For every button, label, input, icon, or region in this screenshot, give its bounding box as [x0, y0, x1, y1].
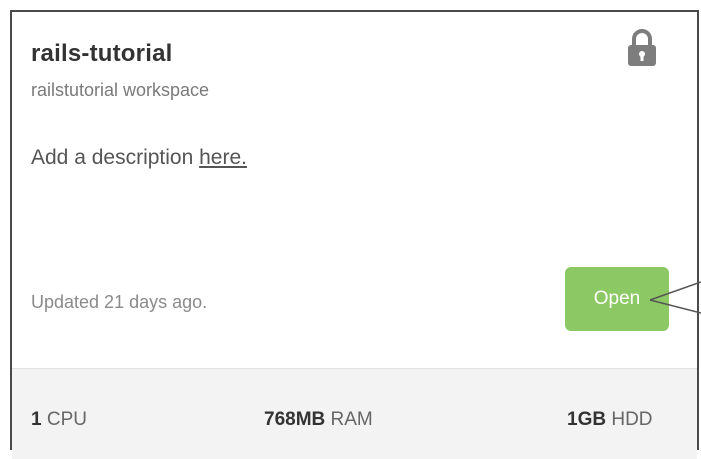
lock-icon — [628, 29, 656, 66]
ram-unit: RAM — [330, 409, 373, 430]
updated-timestamp: Updated 21 days ago. — [31, 292, 208, 312]
workspace-description: Add a description here. — [31, 146, 247, 170]
add-description-link[interactable]: here. — [199, 146, 247, 169]
hdd-value: 1GB — [567, 409, 607, 430]
hdd-unit: HDD — [611, 409, 653, 430]
ram-value: 768MB — [264, 409, 326, 430]
workspace-title: rails-tutorial — [31, 40, 173, 67]
description-prefix: Add a description — [31, 146, 200, 169]
workspace-subtitle: railstutorial workspace — [31, 80, 210, 100]
cpu-unit: CPU — [46, 409, 87, 430]
workspace-card: rails-tutorial railstutorial workspace A… — [10, 10, 699, 459]
resource-footer: 1 CPU 768MB RAM 1GB HDD — [12, 368, 697, 459]
ram-stat: 768MB RAM — [264, 409, 373, 431]
hdd-stat: 1GB HDD — [567, 409, 653, 431]
cpu-value: 1 — [31, 409, 42, 430]
open-button[interactable]: Open — [565, 267, 669, 331]
open-button-label: Open — [593, 288, 641, 309]
cpu-stat: 1 CPU — [31, 409, 87, 431]
